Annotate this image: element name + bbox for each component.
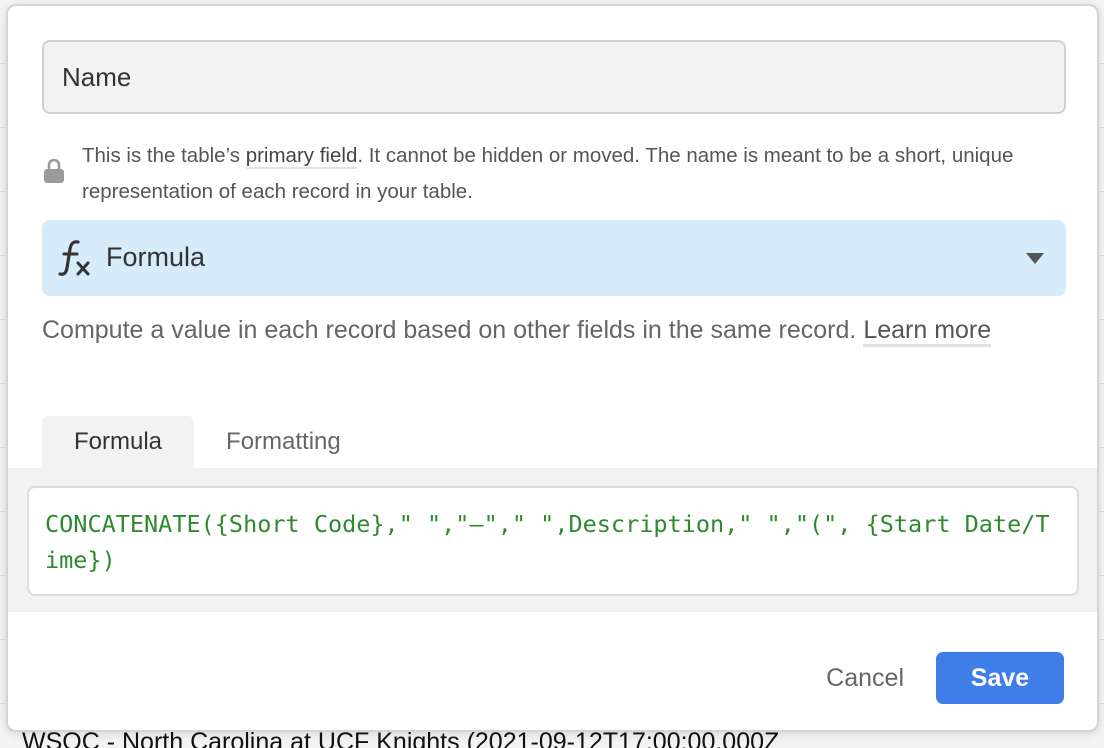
primary-field-keyword: primary field xyxy=(245,144,358,169)
field-type-select[interactable]: Formula xyxy=(42,220,1066,296)
field-type-label: Formula xyxy=(106,242,206,272)
save-button[interactable]: Save xyxy=(936,652,1064,704)
field-name-input[interactable] xyxy=(42,40,1066,114)
field-config-dialog: This is the table’s primary field. It ca… xyxy=(6,4,1099,732)
lock-icon xyxy=(44,158,64,183)
type-description-text: Compute a value in each record based on … xyxy=(42,316,864,344)
formula-panel: CONCATENATE({Short Code}," ","–"," ",Des… xyxy=(8,468,1097,612)
formula-tabs: Formula Formatting xyxy=(42,416,373,468)
learn-more-link[interactable]: Learn more xyxy=(863,316,992,347)
field-type-description: Compute a value in each record based on … xyxy=(42,312,1042,348)
tab-formatting[interactable]: Formatting xyxy=(194,416,373,468)
cancel-button[interactable]: Cancel xyxy=(826,664,904,693)
dialog-footer: Cancel Save xyxy=(826,652,1064,704)
primary-note-text: This is the table’s xyxy=(82,144,246,167)
formula-editor[interactable]: CONCATENATE({Short Code}," ","–"," ",Des… xyxy=(27,486,1079,596)
chevron-down-icon xyxy=(1026,253,1044,264)
tab-formula[interactable]: Formula xyxy=(42,416,195,468)
formula-fx-icon xyxy=(58,240,90,276)
primary-field-note: This is the table’s primary field. It ca… xyxy=(82,138,1067,210)
